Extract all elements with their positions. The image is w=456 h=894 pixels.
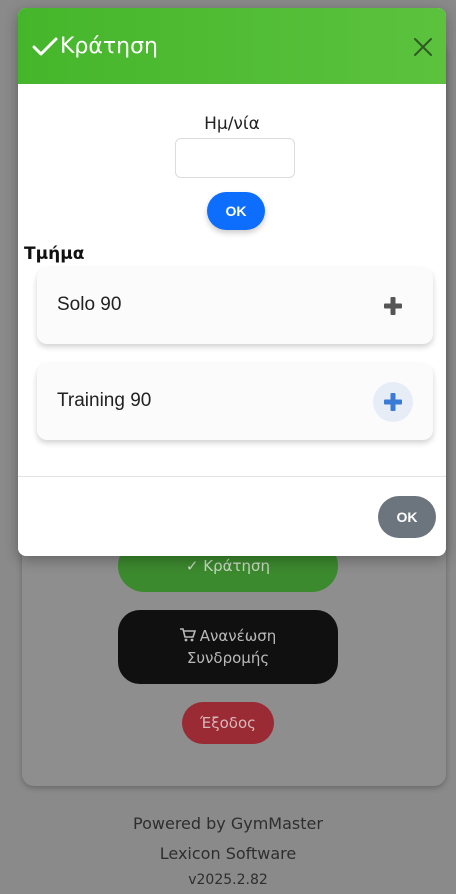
plus-icon [384,297,402,315]
check-icon [32,37,58,56]
cart-icon [179,628,196,642]
footer-powered-by: Powered by GymMaster [133,814,323,833]
modal-header: Κράτηση [18,8,446,84]
add-class-button[interactable] [373,382,413,422]
reservation-modal: Κράτηση Ημ/νία OK Τμήμα Solo 90 Training… [18,8,446,556]
section-label: Τμήμα [24,244,85,264]
date-input[interactable] [175,138,295,178]
add-class-button[interactable] [373,286,413,326]
plus-icon [384,393,402,411]
renew-line-1: Ανανέωση [179,625,276,647]
reserve-button-label: ✓ Κράτηση [185,557,271,575]
modal-title: Κράτηση [60,34,158,59]
footer-company: Lexicon Software [159,844,297,863]
class-name: Training 90 [57,390,152,411]
modal-ok-button[interactable]: OK [378,496,436,538]
class-name: Solo 90 [57,294,122,315]
renew-subscription-button[interactable]: Ανανέωση Συνδρομής [118,610,338,684]
close-icon[interactable] [412,36,434,58]
exit-button[interactable]: Έξοδος [182,702,274,744]
date-ok-button[interactable]: OK [207,192,265,230]
footer-version: v2025.2.82 [188,872,268,888]
renew-line-2: Συνδρομής [186,649,270,667]
exit-button-label: Έξοδος [200,714,256,732]
class-card-solo-90[interactable]: Solo 90 [37,268,433,344]
date-label: Ημ/νία [204,114,260,134]
class-card-training-90[interactable]: Training 90 [37,364,433,440]
modal-footer-divider [18,476,446,477]
